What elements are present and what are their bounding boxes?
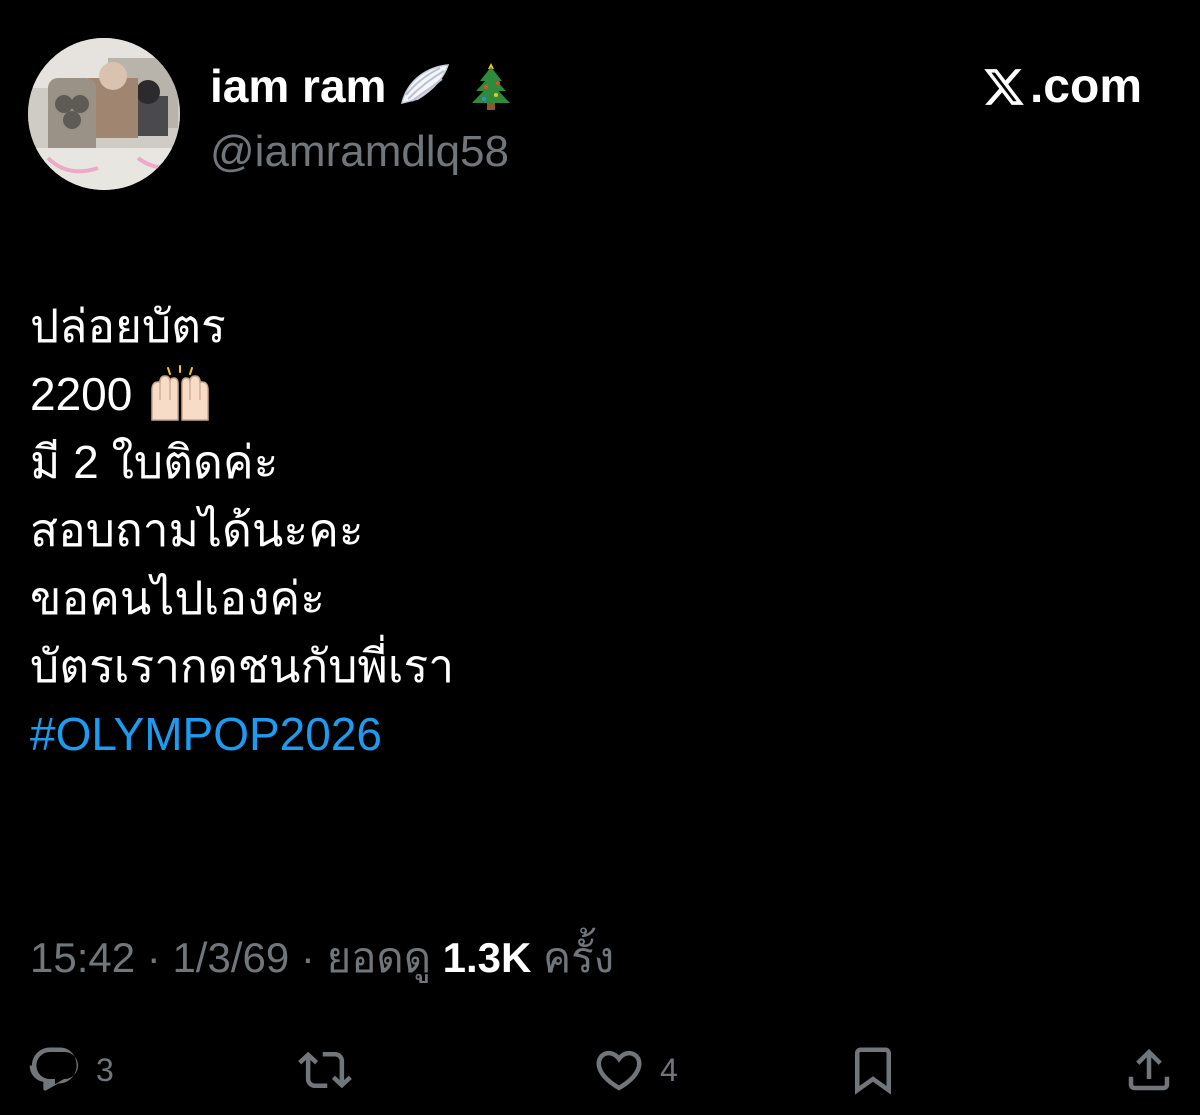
raising-hands-emoji-icon	[151, 365, 210, 421]
tweet-line-text: 2200	[30, 368, 133, 420]
repost-icon	[298, 1051, 352, 1089]
reply-count: 3	[96, 1051, 114, 1088]
x-brand-watermark: .com	[982, 60, 1142, 114]
meta-separator: ·	[146, 934, 161, 981]
views-label: ยอดดู	[326, 934, 431, 981]
tweet-date[interactable]: 1/3/69	[172, 934, 289, 981]
wing-emoji-icon	[398, 59, 452, 113]
views-suffix: ครั้ง	[543, 934, 615, 981]
hashtag-link[interactable]: #OLYMPOP2026	[30, 700, 382, 768]
tweet-line: #OLYMPOP2026	[30, 700, 1130, 768]
tweet-line: 2200	[30, 360, 1130, 428]
bookmark-button[interactable]	[846, 1038, 914, 1102]
reply-icon	[29, 1047, 79, 1091]
user-handle[interactable]: @iamramdlq58	[210, 126, 509, 179]
bookmark-icon	[855, 1047, 891, 1095]
avatar-photo	[28, 38, 180, 190]
share-button[interactable]	[1122, 1038, 1190, 1102]
display-name[interactable]: iam ram	[210, 63, 386, 109]
reply-button[interactable]: 3	[28, 1038, 114, 1102]
tweet-line: สอบถามได้นะคะ	[30, 496, 1130, 564]
like-button[interactable]: 4	[592, 1038, 678, 1102]
tweet-time[interactable]: 15:42	[30, 934, 135, 981]
like-count: 4	[660, 1051, 678, 1088]
x-domain-text: .com	[1029, 60, 1142, 113]
x-logo-icon	[984, 69, 1024, 105]
tweet-meta: 15:42 · 1/3/69 · ยอดดู 1.3K ครั้ง	[30, 928, 614, 988]
share-icon	[1128, 1048, 1170, 1091]
name-row: iam ram	[210, 56, 518, 116]
christmas-tree-emoji-icon	[464, 59, 518, 113]
tweet-line-text: ปล่อยบัตร	[30, 300, 226, 352]
tweet-line: ปล่อยบัตร	[30, 292, 1130, 360]
tweet-header: iam ram @iamramdlq58 .com	[28, 38, 1172, 190]
tweet-text: ปล่อยบัตร 2200 มี 2 ใบติดค่ะ สอบถามได้นะ…	[30, 292, 1130, 768]
meta-separator: ·	[300, 934, 315, 981]
tweet-line-text: มี 2 ใบติดค่ะ	[30, 436, 279, 488]
views-count[interactable]: 1.3K	[443, 934, 532, 981]
tweet-line-text: บัตรเรากดชนกับพี่เรา	[30, 640, 455, 692]
heart-icon	[596, 1050, 642, 1091]
tweet-line: บัตรเรากดชนกับพี่เรา	[30, 632, 1130, 700]
tweet-line: ขอคนไปเองค่ะ	[30, 564, 1130, 632]
avatar[interactable]	[28, 38, 180, 190]
tweet-line-text: ขอคนไปเองค่ะ	[30, 572, 325, 624]
tweet-line: มี 2 ใบติดค่ะ	[30, 428, 1130, 496]
repost-button[interactable]	[298, 1038, 366, 1102]
tweet-actions: 3 4	[28, 1038, 1172, 1102]
tweet-line-text: สอบถามได้นะคะ	[30, 504, 364, 556]
